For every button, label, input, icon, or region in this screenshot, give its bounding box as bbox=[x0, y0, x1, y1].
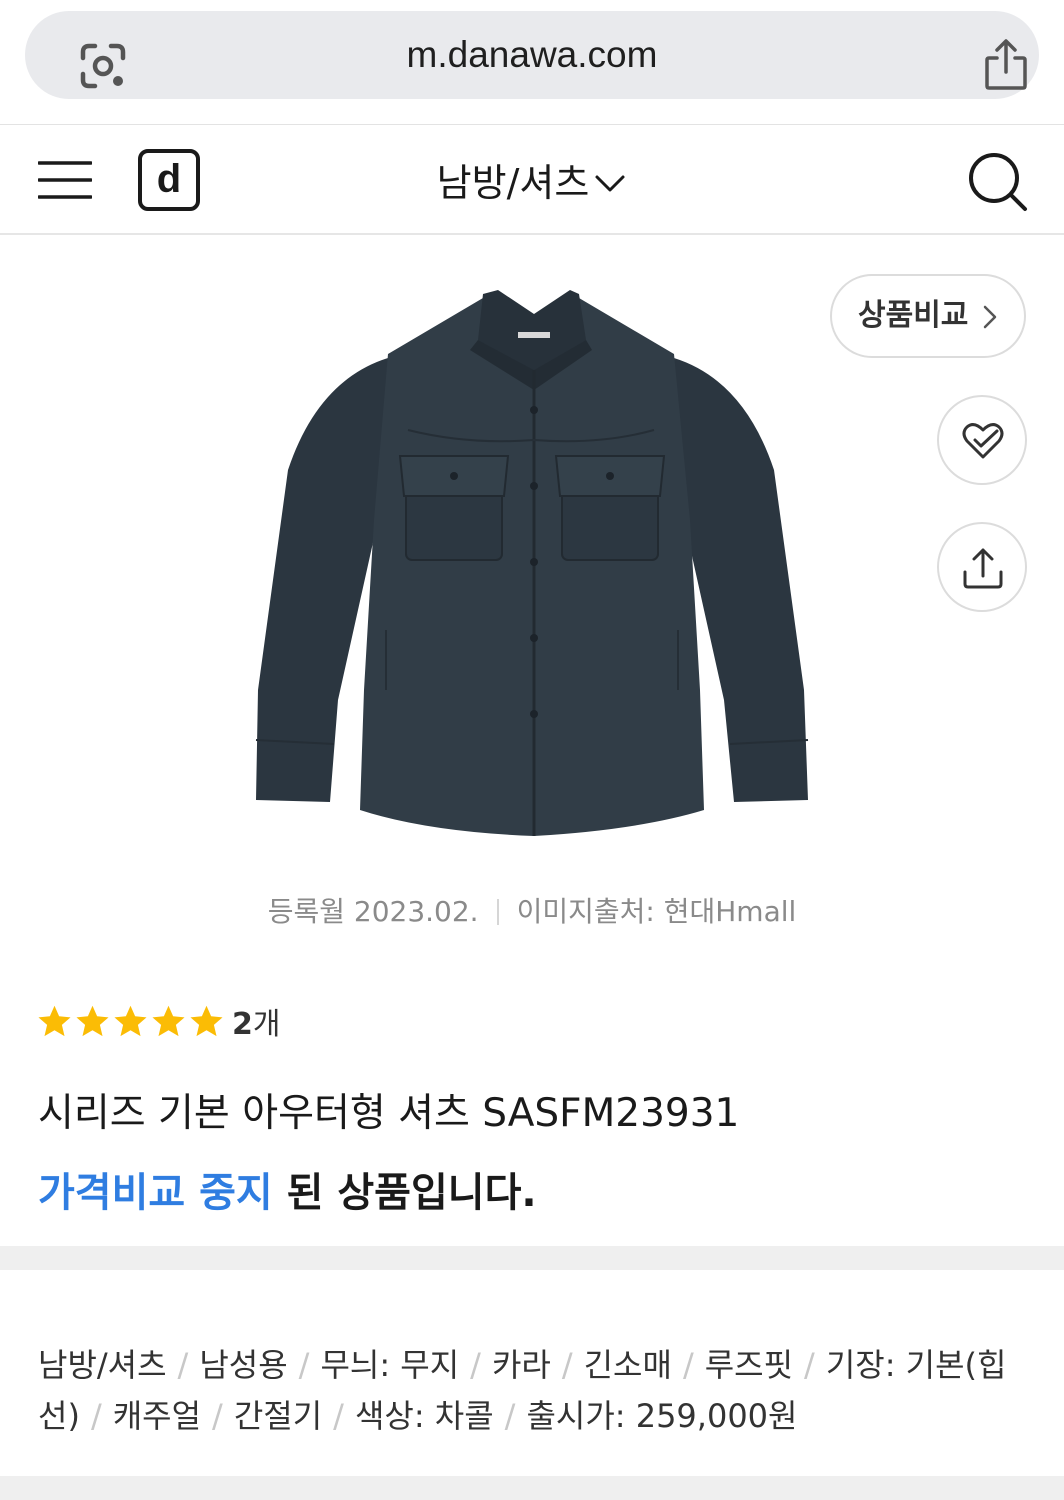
product-share-button[interactable] bbox=[937, 522, 1027, 612]
search-icon[interactable] bbox=[966, 150, 1028, 212]
wishlist-button[interactable] bbox=[937, 395, 1027, 485]
section-divider bbox=[0, 1246, 1064, 1270]
address-bar[interactable]: m.danawa.com bbox=[25, 11, 1039, 99]
registration-date: 등록월 2023.02. bbox=[267, 895, 479, 928]
app-header: d 남방/셔츠 bbox=[0, 126, 1064, 235]
heart-check-icon bbox=[962, 423, 1004, 459]
product-compare-button[interactable]: 상품비교 bbox=[830, 274, 1026, 358]
review-count[interactable]: 2개 bbox=[232, 999, 280, 1043]
spec-item: 캐주얼 bbox=[112, 1397, 202, 1435]
spec-item: 출시가: 259,000원 bbox=[526, 1397, 798, 1435]
image-source: 이미지출처: 현대Hmall bbox=[516, 895, 797, 928]
spec-item: 루즈핏 bbox=[704, 1346, 794, 1384]
url-text[interactable]: m.danawa.com bbox=[25, 11, 1039, 99]
product-meta: 등록월 2023.02. 이미지출처: 현대Hmall bbox=[0, 890, 1064, 930]
spec-item: 긴소매 bbox=[583, 1346, 672, 1384]
browser-address-area: m.danawa.com bbox=[0, 0, 1064, 125]
chevron-right-icon bbox=[983, 305, 997, 329]
spec-item: 남성용 bbox=[199, 1346, 288, 1384]
product-image[interactable] bbox=[238, 270, 824, 870]
star-icon bbox=[38, 1005, 71, 1036]
spec-item: 남방/셔츠 bbox=[38, 1346, 167, 1384]
star-icon bbox=[76, 1005, 109, 1036]
share-icon[interactable] bbox=[983, 38, 1029, 92]
share-icon bbox=[963, 548, 1003, 589]
category-title[interactable]: 남방/셔츠 bbox=[437, 161, 590, 205]
divider bbox=[496, 899, 499, 925]
spec-item: 간절기 bbox=[233, 1397, 323, 1435]
status-text: 된 상품입니다. bbox=[272, 1170, 537, 1216]
section-divider bbox=[0, 1476, 1064, 1500]
chevron-down-icon bbox=[595, 175, 625, 192]
spec-item: 카라 bbox=[491, 1346, 551, 1384]
product-name: 시리즈 기본 아우터형 셔츠 SASFM23931 bbox=[38, 1091, 740, 1136]
rating-row[interactable]: 2개 bbox=[36, 998, 280, 1044]
category-selector[interactable]: 남방/셔츠 bbox=[0, 152, 1064, 207]
product-specs: 남방/셔츠 / 남성용 / 무늬: 무지 / 카라 / 긴소매 / 루즈핏 / 기장: 기본(힙선) / 캐… bbox=[38, 1346, 1007, 1435]
spec-item: 색상: 차콜 bbox=[354, 1397, 494, 1435]
product-compare-label: 상품비교 bbox=[858, 298, 969, 333]
price-compare-status: 가격비교 중지 된 상품입니다. bbox=[38, 1160, 537, 1218]
spec-item: 무늬: 무지 bbox=[320, 1346, 460, 1384]
star-icon bbox=[152, 1005, 185, 1036]
star-icon bbox=[190, 1005, 223, 1036]
status-highlight: 가격비교 중지 bbox=[38, 1170, 273, 1216]
star-icon bbox=[114, 1005, 147, 1036]
